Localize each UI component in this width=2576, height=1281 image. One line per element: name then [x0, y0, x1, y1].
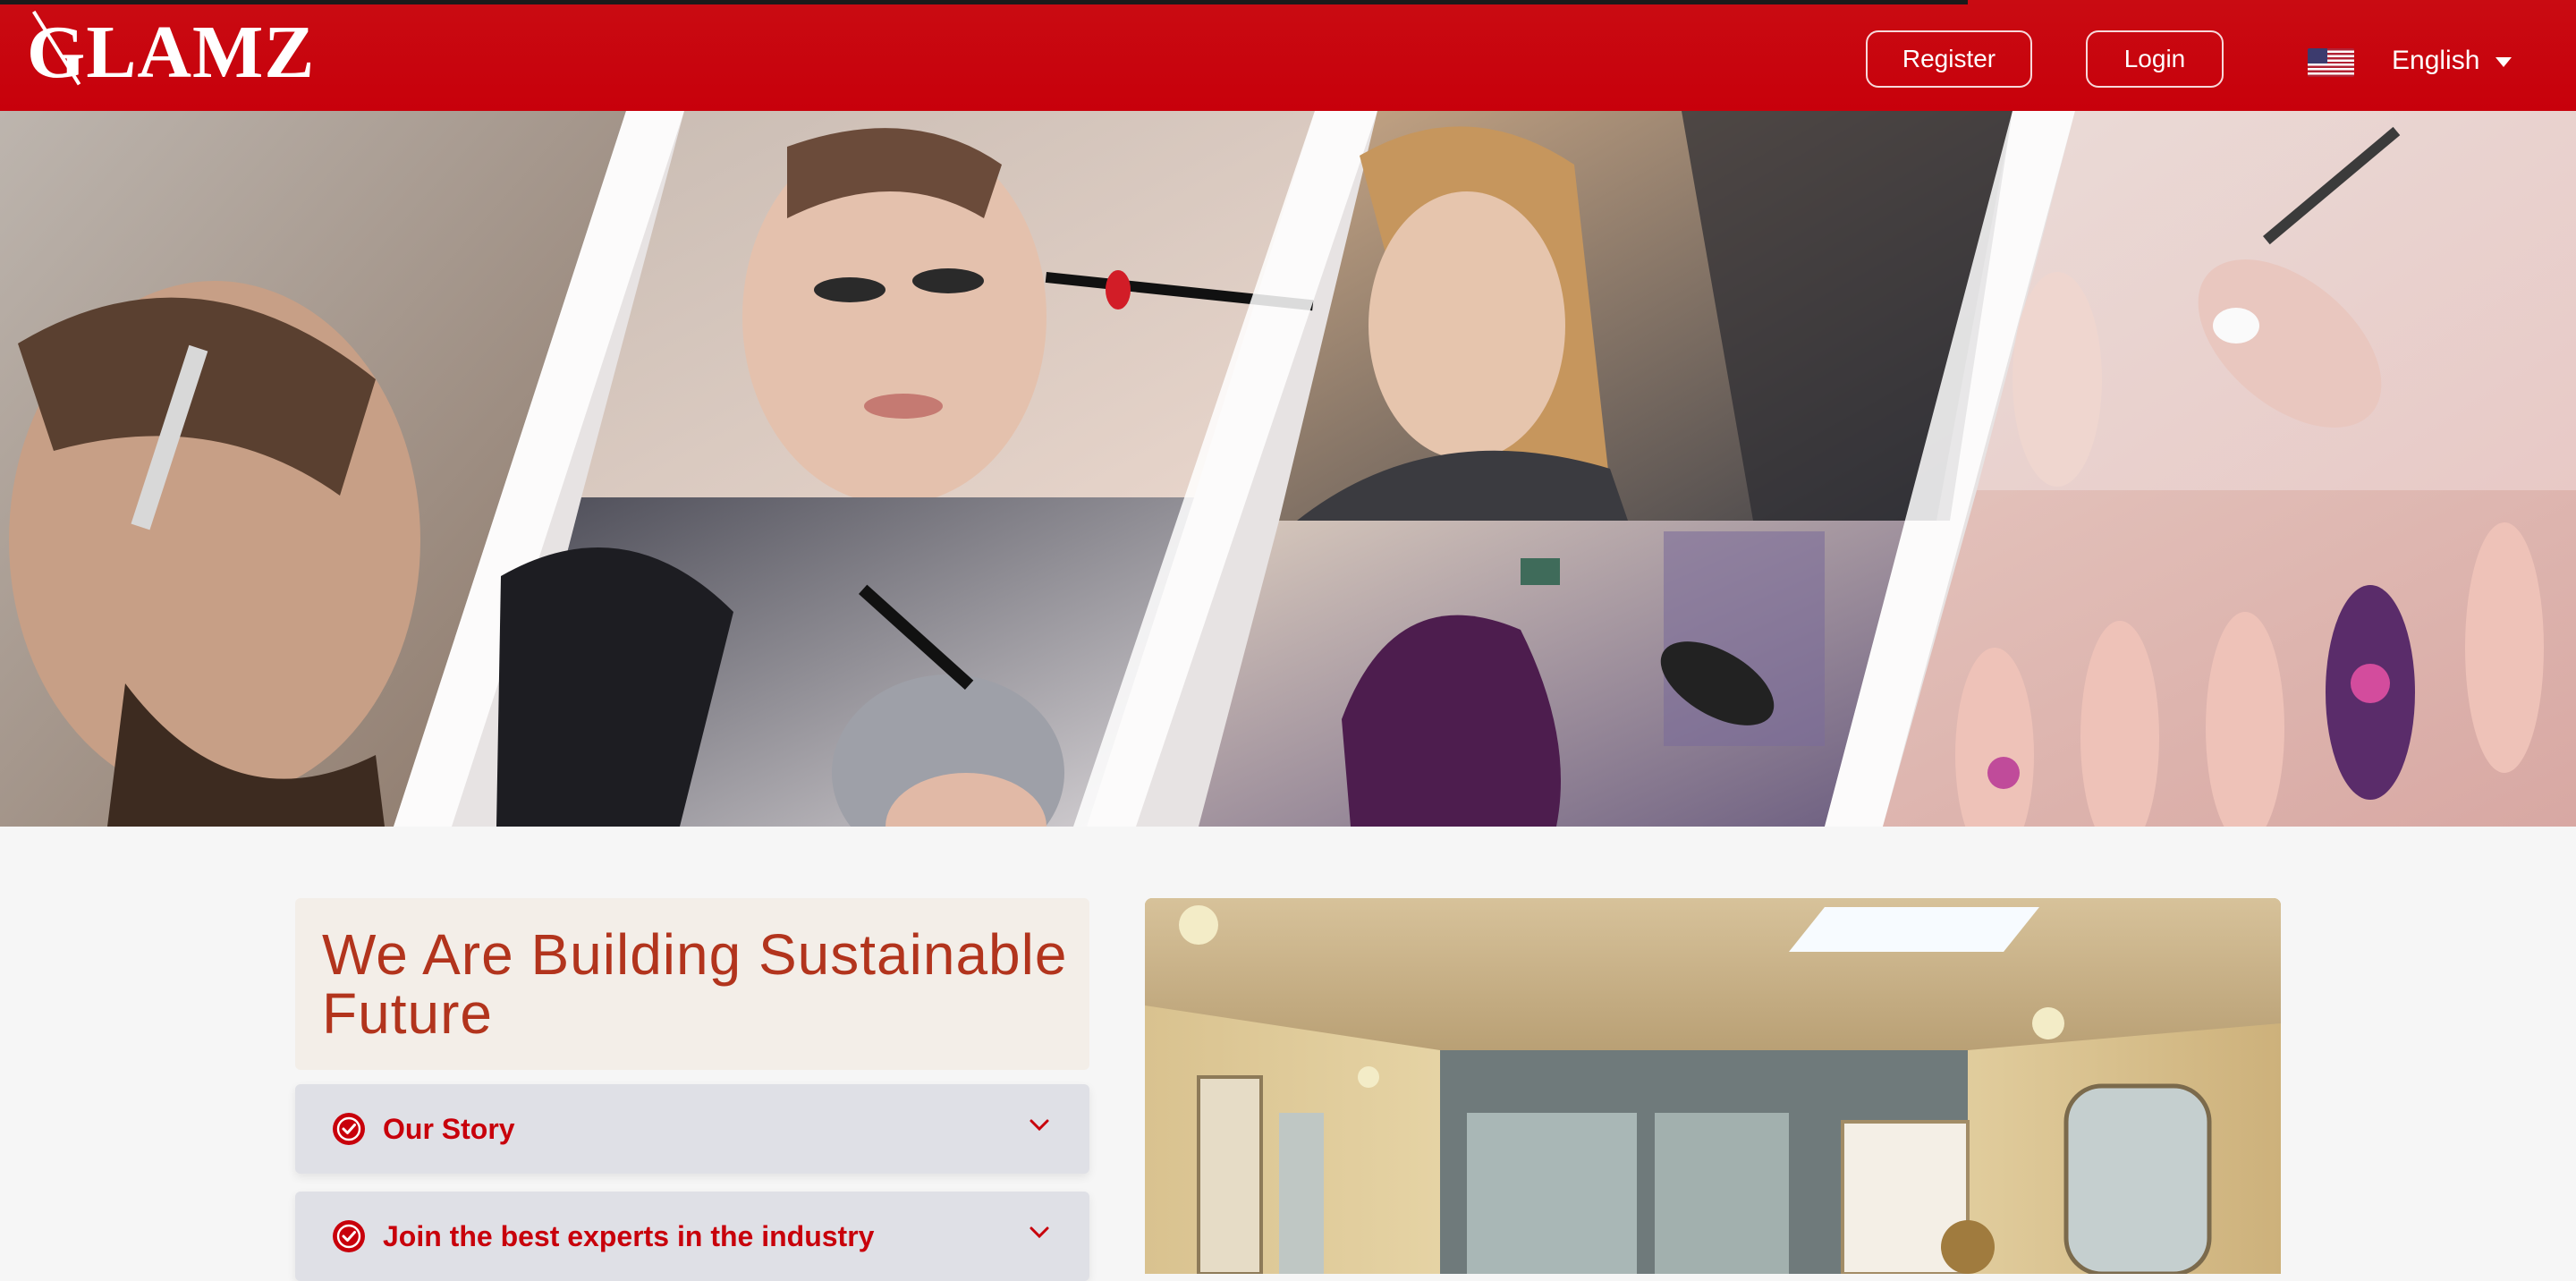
accordion-join-experts[interactable]: Join the best experts in the industry	[295, 1192, 1089, 1281]
caret-down-icon[interactable]	[2496, 57, 2512, 67]
chevron-down-icon[interactable]	[1029, 1118, 1050, 1133]
language-selector[interactable]: English	[2392, 41, 2479, 81]
accordion-label: Join the best experts in the industry	[383, 1220, 875, 1252]
nail-art-brush-photo	[1977, 111, 2576, 490]
painted-nails-photo	[1883, 490, 2576, 827]
blonde-hair-styling-photo	[1279, 111, 2012, 521]
top-progress-line	[0, 0, 1968, 4]
purple-hair-blowdry-photo	[1199, 521, 1905, 827]
about-heading: We Are Building Sustainable Future	[322, 922, 1068, 1046]
hero-collage	[0, 111, 2576, 827]
login-button[interactable]: Login	[2086, 30, 2224, 88]
glamz-logo[interactable]: GLAMZ	[27, 10, 314, 93]
check-circle-icon	[333, 1220, 365, 1252]
hair-coloring-photo	[496, 497, 1194, 827]
chevron-down-icon[interactable]	[1029, 1226, 1050, 1240]
logo-text: GLAMZ	[27, 11, 316, 94]
accordion-our-story[interactable]: Our Story	[295, 1084, 1089, 1174]
site-header: GLAMZ Register Login English	[0, 0, 2576, 111]
register-button[interactable]: Register	[1866, 30, 2032, 88]
accordion-label: Our Story	[383, 1113, 515, 1145]
us-flag-icon[interactable]	[2308, 48, 2354, 77]
salon-interior-photo	[1145, 898, 2281, 1274]
check-circle-icon	[333, 1113, 365, 1145]
about-heading-card: We Are Building Sustainable Future	[295, 898, 1089, 1070]
